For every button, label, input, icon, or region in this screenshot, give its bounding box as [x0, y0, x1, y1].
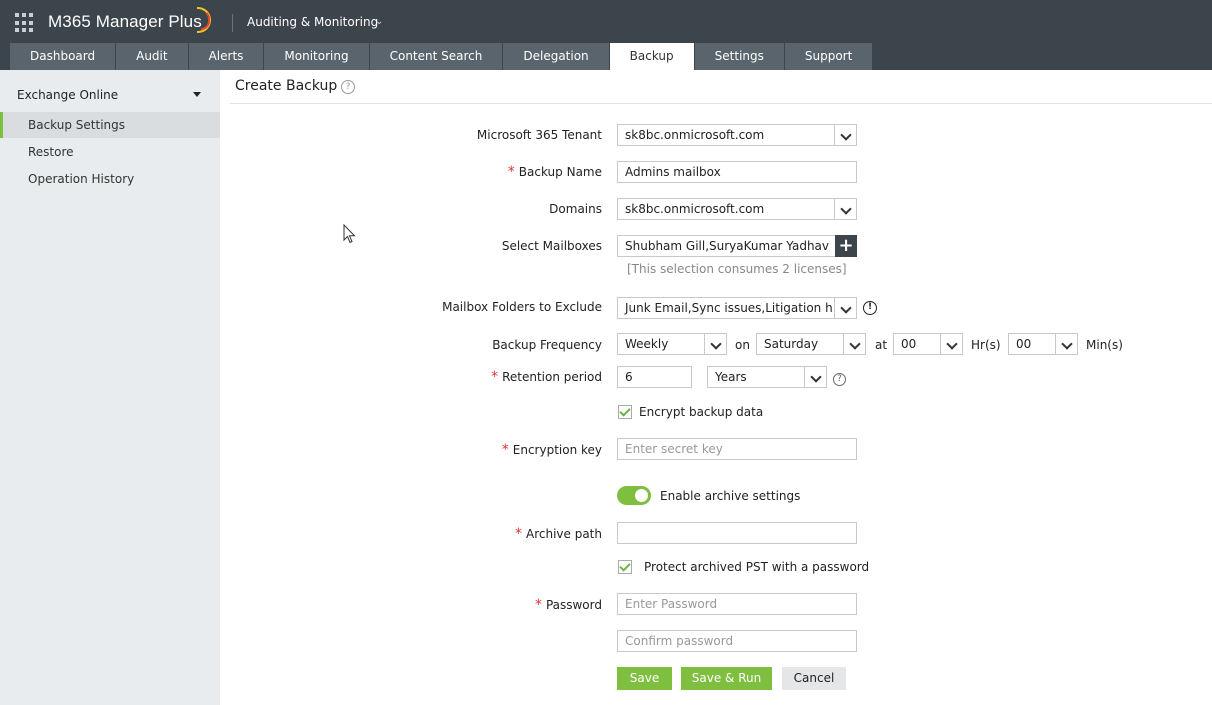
module-switcher[interactable]: Auditing & Monitoring [247, 15, 378, 29]
exclude-folders-label: Mailbox Folders to Exclude [442, 300, 602, 314]
chevron-down-icon[interactable] [834, 125, 856, 145]
chevron-down-icon[interactable] [1055, 334, 1077, 354]
domains-value: sk8bc.onmicrosoft.com [625, 202, 765, 216]
password-input[interactable]: Enter Password [617, 593, 857, 615]
tab-settings[interactable]: Settings [694, 43, 785, 70]
domains-label: Domains [549, 202, 602, 216]
chevron-down-icon[interactable]: ⌄ [375, 16, 383, 27]
product-logo-text: M365 Manager Plus [48, 12, 202, 31]
chevron-down-icon[interactable] [940, 334, 962, 354]
license-hint: [This selection consumes 2 licenses] [627, 262, 847, 276]
help-icon[interactable]: ? [833, 373, 846, 386]
hours-label: Hr(s) [971, 338, 1001, 352]
chevron-down-icon[interactable] [843, 334, 865, 354]
tab-alerts[interactable]: Alerts [188, 43, 265, 70]
backup-name-input[interactable]: Admins mailbox [617, 161, 857, 183]
tenant-label: Microsoft 365 Tenant [476, 128, 602, 142]
encrypt-label: Encrypt backup data [639, 405, 764, 419]
chevron-down-icon[interactable] [704, 334, 726, 354]
title-divider [230, 103, 1212, 104]
frequency-select[interactable]: Weekly [617, 333, 727, 355]
encrypt-checkbox[interactable] [618, 405, 632, 419]
tab-dashboard[interactable]: Dashboard [10, 43, 117, 70]
cancel-button[interactable]: Cancel [782, 667, 846, 690]
sidebar: Exchange Online Backup Settings Restore … [0, 70, 220, 705]
backup-name-label: * Backup Name [420, 164, 602, 180]
protect-pst-checkbox[interactable] [618, 560, 632, 574]
page-title: Create Backup [235, 78, 338, 94]
hour-value: 00 [901, 337, 917, 351]
encryption-key-label-text: Encryption key [512, 443, 602, 457]
top-header: M365 Manager Plus Auditing & Monitoring … [0, 0, 1212, 70]
retention-unit-value: Years [715, 370, 747, 384]
help-icon[interactable]: ? [341, 80, 355, 94]
encryption-key-input[interactable]: Enter secret key [617, 438, 857, 460]
sidebar-section-title[interactable]: Exchange Online [17, 88, 118, 102]
hour-select[interactable]: 00 [893, 333, 963, 355]
save-button[interactable]: Save [617, 667, 672, 690]
minutes-label: Min(s) [1086, 338, 1123, 352]
info-icon[interactable]: ! [863, 301, 877, 315]
frequency-value: Weekly [625, 337, 669, 351]
chevron-down-icon[interactable] [834, 199, 856, 219]
tenant-select[interactable]: sk8bc.onmicrosoft.com [617, 124, 857, 146]
tab-support[interactable]: Support [784, 43, 874, 70]
at-label: at [875, 338, 888, 352]
add-mailbox-icon[interactable]: + [835, 235, 857, 257]
chevron-down-icon[interactable] [804, 367, 826, 387]
sidebar-item-operation-history[interactable]: Operation History [0, 166, 220, 192]
sidebar-item-restore[interactable]: Restore [0, 139, 220, 165]
mailboxes-input[interactable]: Shubham Gill,SuryaKumar Yadhav [617, 235, 836, 257]
save-run-button[interactable]: Save & Run [681, 667, 772, 690]
header-divider [232, 14, 233, 32]
tab-audit[interactable]: Audit [116, 43, 189, 70]
archive-toggle[interactable] [617, 486, 651, 505]
archive-toggle-label: Enable archive settings [660, 489, 801, 503]
password-label-text: Password [545, 598, 602, 612]
required-marker: * [491, 369, 499, 385]
required-marker: * [501, 442, 509, 458]
frequency-label: Backup Frequency [492, 338, 602, 352]
retention-label-text: Retention period [502, 370, 602, 384]
minute-value: 00 [1016, 337, 1032, 351]
minute-select[interactable]: 00 [1008, 333, 1078, 355]
tab-backup[interactable]: Backup [609, 43, 695, 70]
on-label: on [735, 338, 750, 352]
password-label: * Password [420, 597, 602, 613]
app-launcher-icon[interactable] [15, 13, 35, 33]
retention-label: * Retention period [420, 369, 602, 385]
retention-unit-select[interactable]: Years [707, 366, 827, 388]
tab-delegation[interactable]: Delegation [503, 43, 610, 70]
backup-name-label-text: Backup Name [518, 165, 602, 179]
encryption-key-label: * Encryption key [420, 442, 602, 458]
archive-path-label-text: Archive path [526, 527, 602, 541]
mailboxes-label: Select Mailboxes [501, 239, 602, 253]
tenant-value: sk8bc.onmicrosoft.com [625, 128, 765, 142]
archive-path-input[interactable] [617, 522, 857, 544]
exclude-folders-select[interactable]: Junk Email,Sync issues,Litigation h... [617, 297, 857, 319]
tab-monitoring[interactable]: Monitoring [264, 43, 370, 70]
retention-value-input[interactable]: 6 [617, 366, 692, 388]
sidebar-item-backup-settings[interactable]: Backup Settings [0, 112, 220, 138]
day-select[interactable]: Saturday [756, 333, 866, 355]
main-tabs: Dashboard Audit Alerts Monitoring Conten… [10, 43, 874, 70]
tab-content-search[interactable]: Content Search [369, 43, 504, 70]
toggle-knob [635, 489, 648, 502]
confirm-password-input[interactable]: Confirm password [617, 630, 857, 652]
domains-select[interactable]: sk8bc.onmicrosoft.com [617, 198, 857, 220]
caret-down-icon[interactable] [193, 92, 201, 97]
chevron-down-icon[interactable] [834, 298, 856, 318]
archive-path-label: * Archive path [420, 526, 602, 542]
required-marker: * [534, 597, 542, 613]
required-marker: * [515, 526, 522, 542]
exclude-folders-value: Junk Email,Sync issues,Litigation h... [625, 301, 845, 315]
required-marker: * [507, 164, 515, 180]
day-value: Saturday [764, 337, 819, 351]
protect-pst-label: Protect archived PST with a password [644, 560, 870, 574]
